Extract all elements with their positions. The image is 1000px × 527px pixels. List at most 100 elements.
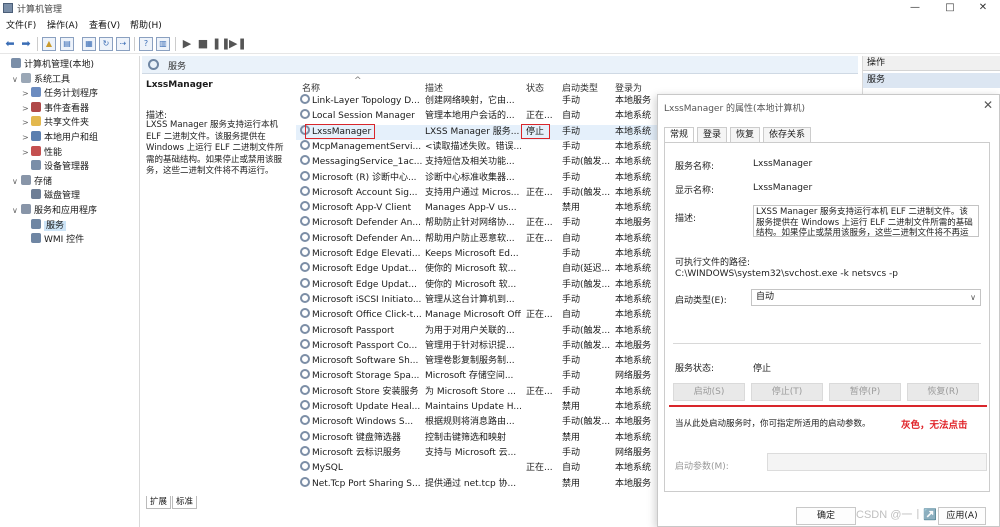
- column-description[interactable]: 描述: [425, 81, 443, 94]
- back-icon[interactable]: ⬅: [3, 37, 17, 51]
- expand-chevron-icon[interactable]: ∨: [12, 204, 21, 218]
- service-row[interactable]: Microsoft Storage Spa... Microsoft 存储空间..…: [296, 369, 658, 384]
- stop-button[interactable]: 停止(T): [751, 383, 823, 401]
- collapse-chevron-icon[interactable]: >: [22, 116, 31, 130]
- service-row[interactable]: Microsoft Office Click-t... Manage Micros…: [296, 308, 658, 323]
- service-startup-type: 手动(触发...: [562, 157, 611, 168]
- apply-button[interactable]: 应用(A): [938, 507, 986, 525]
- service-row[interactable]: Local Session Manager 管理本地用户会话的... 正在... 自动…: [296, 109, 658, 124]
- tree-item[interactable]: > 性能: [22, 145, 62, 160]
- service-row[interactable]: Link-Layer Topology D... 创建网络映射，它由... 手动 本地…: [296, 94, 658, 109]
- column-status[interactable]: 状态: [526, 81, 544, 94]
- service-row[interactable]: Microsoft App-V Client Manages App-V us..…: [296, 201, 658, 216]
- service-startup-type: 手动: [562, 249, 581, 259]
- service-row[interactable]: Microsoft Defender An... 帮助用户防止恶意软... 正在..…: [296, 231, 658, 247]
- pause-button[interactable]: 暂停(P): [829, 383, 901, 401]
- service-row[interactable]: Microsoft Edge Updat... 使你的 Microsoft 软..…: [296, 277, 658, 293]
- tab-dependencies[interactable]: 依存关系: [763, 127, 812, 142]
- tree-item[interactable]: 设备管理器: [22, 160, 89, 174]
- service-row[interactable]: Microsoft (R) 诊断中心... 诊断中心标准收集器... 手动 本地系统: [296, 170, 658, 186]
- tab-logon[interactable]: 登录: [697, 127, 728, 142]
- tree-item[interactable]: ∨ 系统工具: [12, 72, 70, 87]
- collapse-chevron-icon[interactable]: >: [22, 102, 31, 116]
- start-button[interactable]: 启动(S): [673, 383, 745, 401]
- column-log-on-as[interactable]: 登录为: [615, 81, 642, 94]
- properties-icon[interactable]: ▦: [82, 37, 96, 51]
- service-startup-type: 禁用: [562, 478, 581, 489]
- collapse-chevron-icon[interactable]: >: [22, 131, 31, 145]
- service-status: 正在...: [526, 310, 553, 321]
- service-row[interactable]: McpManagementServi... <读取描述失败。错误... 手动 本地系统: [296, 139, 658, 155]
- resume-button[interactable]: 恢复(R): [907, 383, 979, 401]
- minimize-icon[interactable]: —: [900, 0, 930, 16]
- tree-item[interactable]: ∨ 存储: [12, 174, 52, 189]
- tree-item[interactable]: WMI 控件: [22, 233, 84, 247]
- expand-chevron-icon[interactable]: ∨: [12, 175, 21, 189]
- up-folder-icon[interactable]: ▲: [42, 37, 56, 51]
- service-row[interactable]: Microsoft Passport Co... 管理用于针对标识提... 手动(触…: [296, 338, 658, 354]
- column-startup-type[interactable]: 启动类型: [562, 81, 598, 94]
- tab-general[interactable]: 常规: [664, 127, 695, 143]
- service-row[interactable]: MessagingService_1ac... 支持短信及相关功能... 手动(触发…: [296, 155, 658, 170]
- dialog-description-box[interactable]: LXSS Manager 服务支持运行本机 ELF 二进制文件。该服务提供在 W…: [753, 205, 979, 237]
- service-row[interactable]: Microsoft Windows S... 根据规则将消息路由... 手动(触发.…: [296, 415, 658, 430]
- maximize-icon[interactable]: □: [935, 0, 965, 16]
- service-row[interactable]: Microsoft Edge Updat... 使你的 Microsoft 软..…: [296, 262, 658, 277]
- menu-view[interactable]: 查看(V): [89, 18, 120, 31]
- start-service-icon[interactable]: ▶: [180, 37, 194, 51]
- tree-item[interactable]: > 事件查看器: [22, 101, 89, 116]
- refresh-icon[interactable]: ↻: [99, 37, 113, 51]
- tree-node-icon: [11, 58, 21, 68]
- restart-service-icon[interactable]: ▶❚: [229, 37, 247, 51]
- tab-extended[interactable]: 扩展: [146, 496, 172, 509]
- start-params-input[interactable]: [767, 453, 987, 471]
- tab-standard[interactable]: 标准: [172, 496, 198, 509]
- actions-services-item[interactable]: 服务: [863, 73, 1000, 88]
- service-row[interactable]: Microsoft Edge Elevati... Keeps Microsoft…: [296, 247, 658, 262]
- service-row[interactable]: Microsoft Software Sh... 管理卷影复制服务制... 手动 本地…: [296, 354, 658, 369]
- menu-help[interactable]: 帮助(H): [130, 18, 162, 31]
- tree-item[interactable]: > 共享文件夹: [22, 116, 89, 130]
- service-description: LXSS Manager 服务...: [425, 126, 520, 137]
- menu-file[interactable]: 文件(F): [6, 18, 36, 31]
- dialog-close-icon[interactable]: ✕: [983, 98, 993, 112]
- pause-service-icon[interactable]: ❚❚: [212, 37, 230, 51]
- tree-item[interactable]: 服务: [22, 218, 67, 233]
- help-icon[interactable]: ?: [139, 37, 153, 51]
- service-row[interactable]: Net.Tcp Port Sharing S... 提供通过 net.tcp 协.…: [296, 476, 658, 492]
- close-icon[interactable]: ✕: [968, 0, 998, 16]
- service-row[interactable]: Microsoft Store 安装服务为 Microsoft Store ..…: [296, 384, 658, 400]
- action-pane-icon[interactable]: ▥: [156, 37, 170, 51]
- collapse-chevron-icon[interactable]: >: [22, 146, 31, 160]
- expand-chevron-icon[interactable]: ∨: [12, 73, 21, 87]
- service-row[interactable]: Microsoft Passport 为用于对用户关联的... 手动(触发... 本地…: [296, 323, 658, 339]
- menu-action[interactable]: 操作(A): [47, 18, 78, 31]
- forward-icon[interactable]: ➡: [19, 37, 33, 51]
- service-row[interactable]: MySQL 正在... 自动 本地系统: [296, 461, 658, 476]
- service-name: Microsoft Store 安装服务: [300, 384, 424, 400]
- tree-item[interactable]: > 本地用户和组: [22, 131, 98, 145]
- collapse-chevron-icon[interactable]: >: [22, 87, 31, 101]
- column-name[interactable]: 名称: [302, 81, 320, 94]
- tab-recovery[interactable]: 恢复: [730, 127, 761, 142]
- annotation-grey-unclickable: 灰色，无法点击: [901, 420, 968, 431]
- tree-item[interactable]: ∨ 服务和应用程序: [12, 204, 97, 218]
- service-row[interactable]: Microsoft 键盘筛选器 控制击键筛选和映射 禁用 本地系统: [296, 430, 658, 446]
- tree-item[interactable]: > 任务计划程序: [22, 87, 98, 101]
- tree-item[interactable]: 磁盘管理: [22, 189, 80, 203]
- stop-service-icon[interactable]: ■: [196, 37, 210, 51]
- service-startup-type: 自动: [562, 310, 581, 321]
- ok-button[interactable]: 确定: [796, 507, 856, 525]
- startup-type-select[interactable]: 自动 ∨: [751, 289, 981, 306]
- tree-item[interactable]: 计算机管理(本地): [2, 58, 94, 72]
- service-log-on-as: 本地系统: [615, 356, 652, 367]
- service-row[interactable]: Microsoft Update Heal... Maintains Update…: [296, 400, 658, 415]
- service-row[interactable]: Microsoft 云标识服务 支持与 Microsoft 云... 手动 网络服务: [296, 445, 658, 461]
- service-gear-icon: [300, 231, 310, 242]
- tree-node-icon: [31, 233, 41, 244]
- show-tree-icon[interactable]: ▤: [60, 37, 74, 51]
- service-row[interactable]: Microsoft Defender An... 帮助防止针对网络协... 正在..…: [296, 216, 658, 231]
- service-row[interactable]: Microsoft Account Sig... 支持用户通过 Micros...…: [296, 185, 658, 201]
- export-list-icon[interactable]: ⇢: [116, 37, 130, 51]
- service-row[interactable]: Microsoft iSCSI Initiato... 管理从这台计算机到... 手…: [296, 292, 658, 308]
